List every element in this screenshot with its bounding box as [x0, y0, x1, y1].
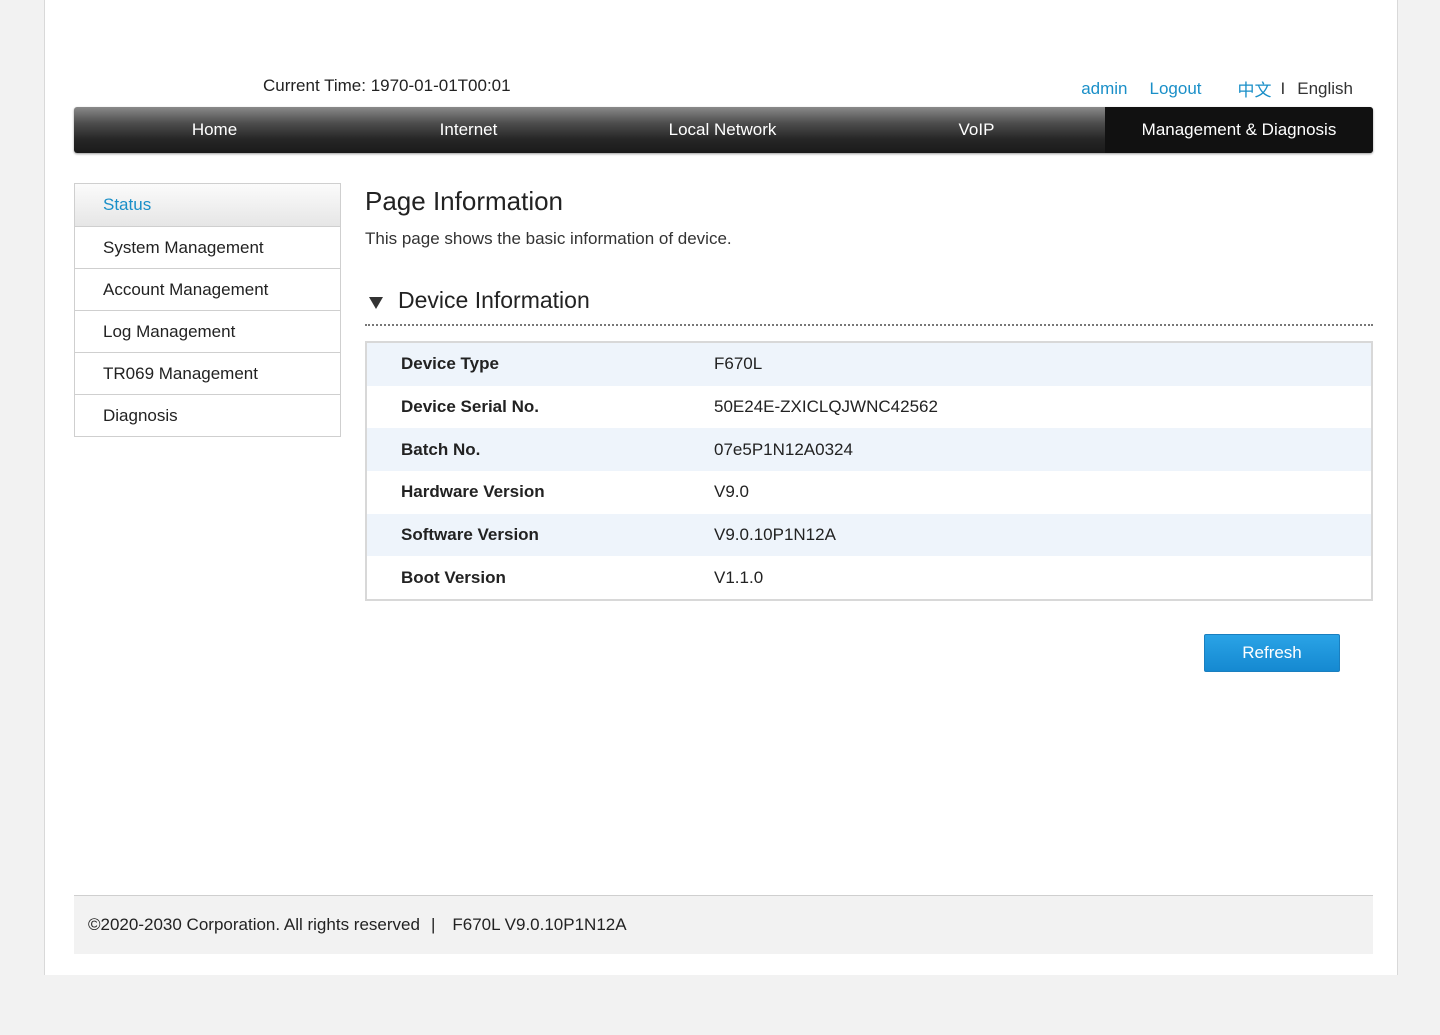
table-row: Batch No. 07e5P1N12A0324	[367, 428, 1371, 472]
footer-version: F670L V9.0.10P1N12A	[452, 915, 627, 934]
refresh-button[interactable]: Refresh	[1204, 634, 1340, 672]
row-value: 50E24E-ZXICLQJWNC42562	[714, 397, 938, 417]
nav-local-network[interactable]: Local Network	[582, 107, 863, 153]
row-value: V9.0	[714, 482, 749, 502]
row-value: 07e5P1N12A0324	[714, 439, 853, 459]
sidebar-item-diagnosis[interactable]: Diagnosis	[75, 394, 340, 436]
row-label: Boot Version	[401, 567, 506, 587]
device-info-table: Device Type F670L Device Serial No. 50E2…	[365, 341, 1373, 602]
nav-internet[interactable]: Internet	[355, 107, 582, 153]
page-container: Current Time: 1970-01-01T00:01 admin Log…	[44, 0, 1398, 975]
table-row: Software Version V9.0.10P1N12A	[367, 513, 1371, 557]
user-link[interactable]: admin	[1081, 79, 1127, 99]
nav-management-diagnosis[interactable]: Management & Diagnosis	[1105, 107, 1373, 153]
table-row: Boot Version V1.1.0	[367, 556, 1371, 599]
nav-voip[interactable]: VoIP	[863, 107, 1090, 153]
table-row: Hardware Version V9.0	[367, 471, 1371, 514]
logout-link[interactable]: Logout	[1150, 79, 1202, 99]
sidebar: Status System Management Account Managem…	[74, 183, 341, 437]
top-links: admin Logout 中文 I English	[1081, 76, 1353, 101]
section-toggle[interactable]: Device Information	[365, 287, 590, 314]
lang-zh-link[interactable]: 中文	[1238, 76, 1272, 101]
lang-separator: I	[1280, 78, 1286, 98]
sidebar-item-status[interactable]: Status	[75, 184, 340, 226]
sidebar-item-tr069-management[interactable]: TR069 Management	[75, 352, 340, 394]
row-value: V1.1.0	[714, 567, 764, 587]
section-title: Device Information	[398, 287, 590, 313]
row-label: Software Version	[401, 525, 539, 545]
row-label: Device Type	[401, 354, 499, 374]
main-nav: Home Internet Local Network VoIP Managem…	[74, 107, 1373, 153]
lang-en-link[interactable]: English	[1297, 79, 1353, 99]
row-label: Batch No.	[401, 439, 481, 459]
row-value: F670L	[714, 354, 763, 374]
page-description: This page shows the basic information of…	[365, 229, 732, 248]
table-row: Device Serial No. 50E24E-ZXICLQJWNC42562	[367, 386, 1371, 429]
row-value: V9.0.10P1N12A	[714, 525, 836, 545]
sidebar-item-log-management[interactable]: Log Management	[75, 310, 340, 352]
table-row: Device Type F670L	[367, 343, 1371, 386]
footer-copyright: ©2020-2030 Corporation. All rights reser…	[88, 915, 420, 934]
current-time: Current Time: 1970-01-01T00:01	[263, 76, 511, 95]
row-label: Hardware Version	[401, 482, 545, 502]
sidebar-item-system-management[interactable]: System Management	[75, 226, 340, 268]
collapse-triangle-icon[interactable]	[369, 296, 383, 309]
footer: ©2020-2030 Corporation. All rights reser…	[74, 895, 1373, 954]
footer-separator: |	[430, 915, 436, 934]
page-title: Page Information	[365, 186, 564, 216]
nav-home[interactable]: Home	[74, 107, 355, 153]
sidebar-item-account-management[interactable]: Account Management	[75, 268, 340, 310]
row-label: Device Serial No.	[401, 397, 539, 417]
section-divider	[365, 324, 1373, 326]
